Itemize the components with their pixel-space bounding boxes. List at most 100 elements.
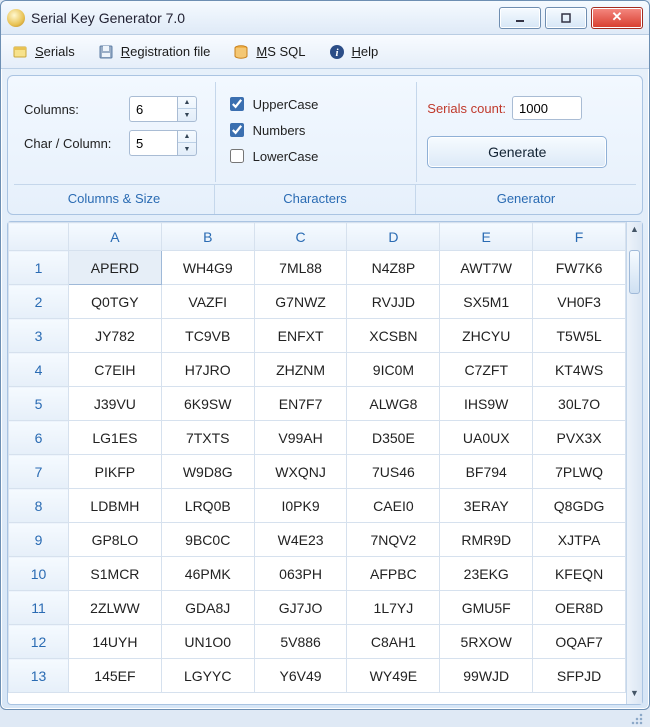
serial-cell[interactable]: 7NQV2 bbox=[347, 523, 440, 557]
serial-cell[interactable]: T5W5L bbox=[533, 319, 626, 353]
row-header[interactable]: 10 bbox=[9, 557, 69, 591]
close-button[interactable]: ✕ bbox=[591, 7, 643, 29]
serial-cell[interactable]: AFPBC bbox=[347, 557, 440, 591]
row-header[interactable]: 4 bbox=[9, 353, 69, 387]
row-header[interactable]: 8 bbox=[9, 489, 69, 523]
serial-cell[interactable]: 9IC0M bbox=[347, 353, 440, 387]
row-header[interactable]: 7 bbox=[9, 455, 69, 489]
vertical-scrollbar[interactable]: ▲ ▼ bbox=[626, 222, 642, 704]
menu-help[interactable]: i Help bbox=[328, 43, 379, 61]
serial-cell[interactable]: 14UYH bbox=[69, 625, 162, 659]
serial-cell[interactable]: 9BC0C bbox=[161, 523, 254, 557]
serial-cell[interactable]: W4E23 bbox=[254, 523, 347, 557]
serial-cell[interactable]: BF794 bbox=[440, 455, 533, 489]
serial-cell[interactable]: V99AH bbox=[254, 421, 347, 455]
maximize-button[interactable] bbox=[545, 7, 587, 29]
serial-cell[interactable]: EN7F7 bbox=[254, 387, 347, 421]
serial-cell[interactable]: 23EKG bbox=[440, 557, 533, 591]
serial-cell[interactable]: 30L7O bbox=[533, 387, 626, 421]
columns-spin-down[interactable]: ▼ bbox=[178, 109, 196, 121]
scroll-up-icon[interactable]: ▲ bbox=[627, 224, 642, 238]
minimize-button[interactable] bbox=[499, 7, 541, 29]
serial-cell[interactable]: 2ZLWW bbox=[69, 591, 162, 625]
charcol-spin-down[interactable]: ▼ bbox=[178, 143, 196, 155]
serial-cell[interactable]: 6K9SW bbox=[161, 387, 254, 421]
serial-cell[interactable]: LRQ0B bbox=[161, 489, 254, 523]
serial-cell[interactable]: 46PMK bbox=[161, 557, 254, 591]
serial-cell[interactable]: GDA8J bbox=[161, 591, 254, 625]
serial-cell[interactable]: 7TXTS bbox=[161, 421, 254, 455]
serial-cell[interactable]: C8AH1 bbox=[347, 625, 440, 659]
serial-cell[interactable]: KFEQN bbox=[533, 557, 626, 591]
serial-cell[interactable]: CAEI0 bbox=[347, 489, 440, 523]
serial-cell[interactable]: SFPJD bbox=[533, 659, 626, 693]
serial-cell[interactable]: AWT7W bbox=[440, 251, 533, 285]
checkbox-lowercase-input[interactable] bbox=[230, 149, 244, 163]
columns-spin-up[interactable]: ▲ bbox=[178, 97, 196, 109]
serial-cell[interactable]: OQAF7 bbox=[533, 625, 626, 659]
serial-cell[interactable]: LGYYC bbox=[161, 659, 254, 693]
serial-cell[interactable]: H7JRO bbox=[161, 353, 254, 387]
column-header[interactable]: A bbox=[69, 223, 162, 251]
serial-cell[interactable]: PVX3X bbox=[533, 421, 626, 455]
serial-cell[interactable]: 063PH bbox=[254, 557, 347, 591]
serial-cell[interactable]: XJTPA bbox=[533, 523, 626, 557]
menu-mssql[interactable]: MS SQL bbox=[232, 43, 305, 61]
serial-cell[interactable]: WY49E bbox=[347, 659, 440, 693]
row-header[interactable]: 3 bbox=[9, 319, 69, 353]
serial-cell[interactable]: GP8LO bbox=[69, 523, 162, 557]
serial-cell[interactable]: 7ML88 bbox=[254, 251, 347, 285]
serial-cell[interactable]: N4Z8P bbox=[347, 251, 440, 285]
serial-cell[interactable]: 1L7YJ bbox=[347, 591, 440, 625]
row-header[interactable]: 11 bbox=[9, 591, 69, 625]
checkbox-uppercase-input[interactable] bbox=[230, 97, 244, 111]
column-header[interactable]: F bbox=[533, 223, 626, 251]
row-header[interactable]: 1 bbox=[9, 251, 69, 285]
serial-cell[interactable]: JY782 bbox=[69, 319, 162, 353]
column-header[interactable]: C bbox=[254, 223, 347, 251]
serial-cell[interactable]: UN1O0 bbox=[161, 625, 254, 659]
serials-table[interactable]: ABCDEF 1APERDWH4G97ML88N4Z8PAWT7WFW7K62Q… bbox=[8, 222, 626, 693]
serial-cell[interactable]: 7US46 bbox=[347, 455, 440, 489]
columns-input[interactable] bbox=[129, 96, 177, 122]
serials-count-input[interactable] bbox=[512, 96, 582, 120]
checkbox-numbers-input[interactable] bbox=[230, 123, 244, 137]
serial-cell[interactable]: ENFXT bbox=[254, 319, 347, 353]
serial-cell[interactable]: RVJJD bbox=[347, 285, 440, 319]
column-header[interactable]: E bbox=[440, 223, 533, 251]
serial-cell[interactable]: VH0F3 bbox=[533, 285, 626, 319]
charcol-spin-up[interactable]: ▲ bbox=[178, 131, 196, 143]
row-header[interactable]: 12 bbox=[9, 625, 69, 659]
serial-cell[interactable]: C7EIH bbox=[69, 353, 162, 387]
resize-grip[interactable] bbox=[631, 713, 643, 725]
serial-cell[interactable]: S1MCR bbox=[69, 557, 162, 591]
serial-cell[interactable]: OER8D bbox=[533, 591, 626, 625]
menu-registration-file[interactable]: Registration file bbox=[97, 43, 211, 61]
serial-cell[interactable]: XCSBN bbox=[347, 319, 440, 353]
serial-cell[interactable]: LG1ES bbox=[69, 421, 162, 455]
serial-cell[interactable]: J39VU bbox=[69, 387, 162, 421]
row-header[interactable]: 5 bbox=[9, 387, 69, 421]
serial-cell[interactable]: 145EF bbox=[69, 659, 162, 693]
charcol-input[interactable] bbox=[129, 130, 177, 156]
checkbox-uppercase[interactable]: UpperCase bbox=[226, 94, 407, 114]
row-header[interactable]: 9 bbox=[9, 523, 69, 557]
serial-cell[interactable]: W9D8G bbox=[161, 455, 254, 489]
scroll-thumb[interactable] bbox=[629, 250, 640, 294]
serial-cell[interactable]: VAZFI bbox=[161, 285, 254, 319]
serial-cell[interactable]: RMR9D bbox=[440, 523, 533, 557]
serial-cell[interactable]: 5V886 bbox=[254, 625, 347, 659]
serial-cell[interactable]: IHS9W bbox=[440, 387, 533, 421]
serial-cell[interactable]: ZHZNM bbox=[254, 353, 347, 387]
column-header[interactable]: B bbox=[161, 223, 254, 251]
serial-cell[interactable]: ZHCYU bbox=[440, 319, 533, 353]
serial-cell[interactable]: GMU5F bbox=[440, 591, 533, 625]
row-header[interactable]: 2 bbox=[9, 285, 69, 319]
serial-cell[interactable]: WXQNJ bbox=[254, 455, 347, 489]
serial-cell[interactable]: TC9VB bbox=[161, 319, 254, 353]
serial-cell[interactable]: KT4WS bbox=[533, 353, 626, 387]
column-header[interactable]: D bbox=[347, 223, 440, 251]
serial-cell[interactable]: PIKFP bbox=[69, 455, 162, 489]
serial-cell[interactable]: Q8GDG bbox=[533, 489, 626, 523]
serial-cell[interactable]: 3ERAY bbox=[440, 489, 533, 523]
